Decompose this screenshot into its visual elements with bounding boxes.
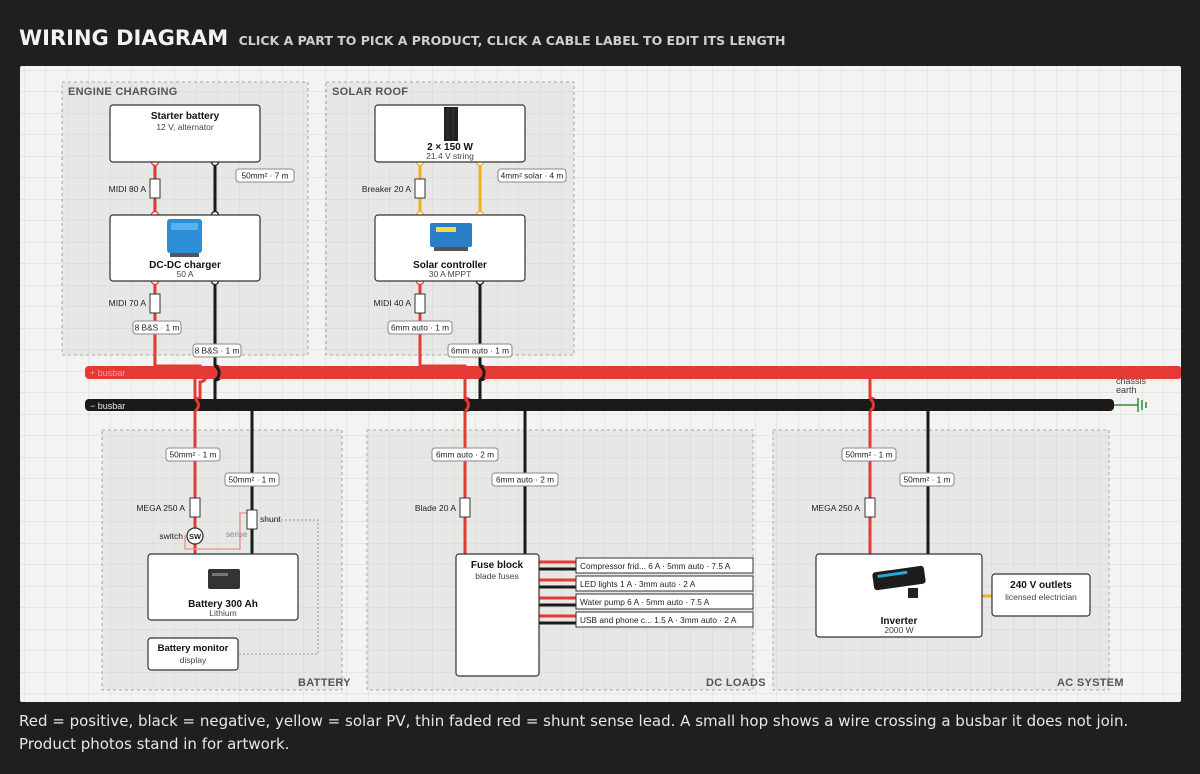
- cable-text: 50mm² · 1 m: [228, 475, 275, 485]
- part-dcdc-charger[interactable]: DC-DC charger 50 A: [109, 214, 261, 282]
- fuse-midi80-label: MIDI 80 A: [109, 184, 147, 194]
- load-label: LED lights 1 A · 3mm auto · 2 A: [580, 579, 696, 589]
- panels-sub: 21.4 V string: [426, 151, 474, 161]
- shunt-label: shunt: [260, 514, 281, 524]
- earth-label-line2: earth: [1116, 385, 1137, 395]
- group-label-ac: AC SYSTEM: [1057, 677, 1124, 689]
- cable-label-fuse-pos[interactable]: 6mm auto · 2 m: [431, 447, 499, 462]
- battery-sub: Lithium: [209, 608, 236, 618]
- dcdc-sub: 50 A: [176, 269, 193, 279]
- group-label-dcloads: DC LOADS: [706, 677, 766, 689]
- fuse-mega250a-label: MEGA 250 A: [136, 503, 185, 513]
- switch-label: switch: [159, 531, 183, 541]
- cable-label-inverter-pos[interactable]: 50mm² · 1 m: [841, 447, 897, 462]
- header: WIRING DIAGRAM CLICK A PART TO PICK A PR…: [19, 26, 786, 50]
- starter-name: Starter battery: [151, 111, 220, 122]
- load-label: Compressor frid... 6 A · 5mm auto · 7.5 …: [580, 561, 731, 571]
- negative-busbar[interactable]: − busbar: [85, 399, 1114, 411]
- fuse-midi40-label: MIDI 40 A: [374, 298, 412, 308]
- inverter-sub: 2000 W: [884, 625, 913, 635]
- cable-label-fuse-neg[interactable]: 6mm auto · 2 m: [491, 472, 559, 487]
- load-item[interactable]: Water pump 6 A · 5mm auto · 7.5 A: [575, 593, 754, 610]
- solar-controller-photo: [430, 223, 472, 251]
- outlets-sub: licensed electrician: [1005, 592, 1077, 602]
- fuse-midi70-label: MIDI 70 A: [109, 298, 147, 308]
- negative-busbar-label: − busbar: [90, 401, 125, 411]
- cable-label-starter-neg[interactable]: 50mm² · 7 m: [235, 168, 295, 183]
- group-label-solar: SOLAR ROOF: [332, 86, 408, 98]
- cable-label-dcdc-pos[interactable]: 8 B&S · 1 m: [132, 320, 182, 335]
- part-ac-outlets[interactable]: 240 V outlets licensed electrician: [991, 573, 1091, 617]
- fuseblock-sub: blade fuses: [475, 571, 518, 581]
- switch-icon: SW: [189, 532, 202, 541]
- solar-panel-photo: [444, 107, 458, 141]
- cable-text: 50mm² · 7 m: [241, 171, 288, 181]
- cable-text: 6mm auto · 2 m: [436, 450, 494, 460]
- part-battery[interactable]: Battery 300 Ah Lithium: [147, 553, 299, 621]
- cable-text: 6mm auto · 1 m: [391, 323, 449, 333]
- cable-text: 6mm auto · 1 m: [451, 346, 509, 356]
- part-inverter[interactable]: Inverter 2000 W: [815, 553, 983, 638]
- load-label: USB and phone c... 1.5 A · 3mm auto · 2 …: [580, 615, 737, 625]
- part-battery-monitor[interactable]: Battery monitor display: [147, 637, 239, 671]
- group-label-engine: ENGINE CHARGING: [68, 86, 178, 98]
- cable-label-dcdc-neg[interactable]: 8 B&S · 1 m: [192, 343, 242, 358]
- positive-busbar[interactable]: + busbar: [85, 366, 1181, 379]
- cable-label-solar-pv[interactable]: 4mm² solar · 4 m: [497, 168, 567, 183]
- fuse-breaker20-label: Breaker 20 A: [362, 184, 411, 194]
- group-label-battery: BATTERY: [298, 677, 351, 689]
- monitor-name: Battery monitor: [158, 643, 229, 654]
- part-solar-panels[interactable]: 2 × 150 W 21.4 V string: [374, 104, 526, 163]
- part-starter-battery[interactable]: Starter battery 12 V, alternator: [109, 104, 261, 163]
- load-item[interactable]: LED lights 1 A · 3mm auto · 2 A: [575, 575, 754, 592]
- fuse-blade20-label: Blade 20 A: [415, 503, 456, 513]
- page-subtitle: CLICK A PART TO PICK A PRODUCT, CLICK A …: [238, 33, 786, 48]
- load-item[interactable]: USB and phone c... 1.5 A · 3mm auto · 2 …: [575, 611, 754, 628]
- outlets-name: 240 V outlets: [1010, 580, 1072, 591]
- monitor-sub: display: [180, 655, 207, 665]
- diagram-panel: ENGINE CHARGING SOLAR ROOF BATTERY DC LO…: [20, 66, 1181, 702]
- fuseblock-name: Fuse block: [471, 560, 524, 571]
- cable-text: 50mm² · 1 m: [845, 450, 892, 460]
- starter-sub: 12 V, alternator: [156, 122, 214, 132]
- part-fuse-block[interactable]: Fuse block blade fuses: [455, 553, 540, 677]
- load-label: Water pump 6 A · 5mm auto · 7.5 A: [580, 597, 710, 607]
- part-solar-controller[interactable]: Solar controller 30 A MPPT: [374, 214, 526, 282]
- cable-label-inverter-neg[interactable]: 50mm² · 1 m: [899, 472, 955, 487]
- battery-photo: [208, 569, 240, 589]
- page-title: WIRING DIAGRAM: [19, 26, 229, 50]
- wiring-diagram: ENGINE CHARGING SOLAR ROOF BATTERY DC LO…: [20, 66, 1181, 702]
- cable-text: 4mm² solar · 4 m: [501, 171, 564, 181]
- cable-text: 8 B&S · 1 m: [135, 323, 180, 333]
- cable-text: 50mm² · 1 m: [903, 475, 950, 485]
- cable-text: 8 B&S · 1 m: [195, 346, 240, 356]
- dcdc-photo: [167, 219, 202, 257]
- solarctl-sub: 30 A MPPT: [429, 269, 472, 279]
- fuse-mega250b-label: MEGA 250 A: [811, 503, 860, 513]
- positive-busbar-label: + busbar: [90, 368, 125, 378]
- sense-label: sense: [226, 530, 248, 539]
- cable-label-solar-neg[interactable]: 6mm auto · 1 m: [447, 343, 513, 358]
- cable-label-battery-pos[interactable]: 50mm² · 1 m: [165, 447, 221, 462]
- load-item[interactable]: Compressor frid... 6 A · 5mm auto · 7.5 …: [575, 557, 754, 574]
- cable-text: 50mm² · 1 m: [169, 450, 216, 460]
- cable-text: 6mm auto · 2 m: [496, 475, 554, 485]
- cable-label-battery-neg[interactable]: 50mm² · 1 m: [224, 472, 280, 487]
- legend-footer: Red = positive, black = negative, yellow…: [19, 712, 1129, 753]
- cable-label-solar-pos[interactable]: 6mm auto · 1 m: [387, 320, 453, 335]
